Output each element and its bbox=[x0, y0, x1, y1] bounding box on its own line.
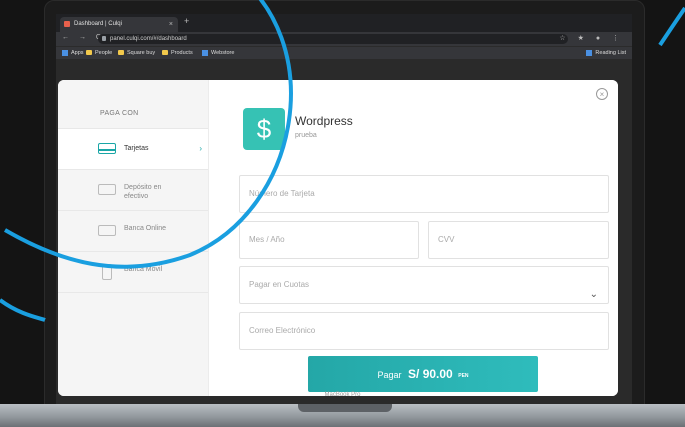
blue-arc-large bbox=[3, 0, 293, 269]
blue-arc-right bbox=[658, 6, 685, 47]
decorative-arcs bbox=[0, 0, 685, 322]
blue-arc-small bbox=[0, 298, 46, 322]
